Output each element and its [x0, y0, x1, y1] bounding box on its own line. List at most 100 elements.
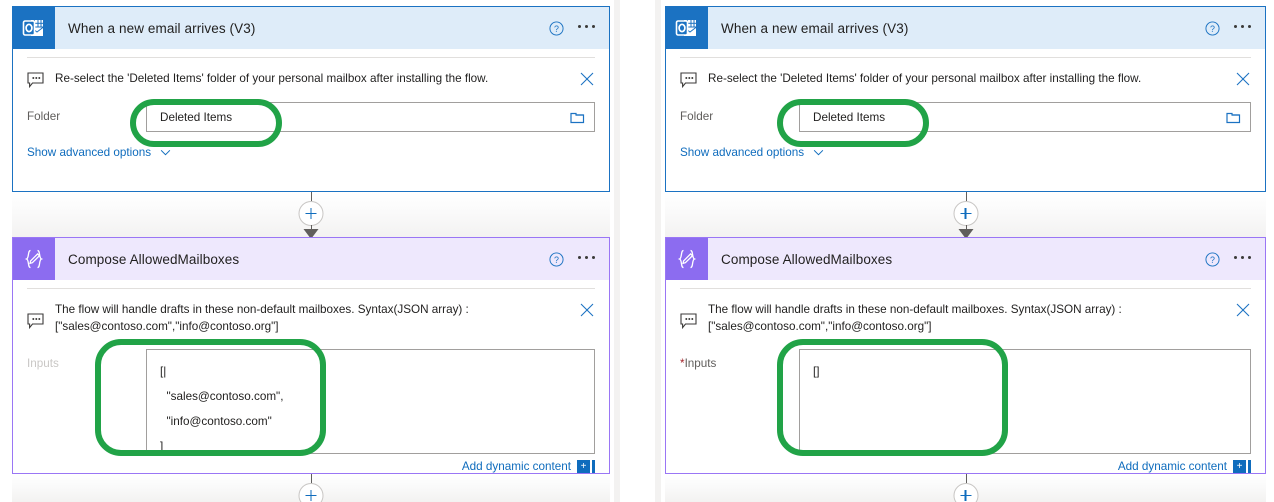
card-title: Compose AllowedMailboxes — [68, 251, 240, 267]
folder-control: Deleted Items — [146, 102, 595, 132]
svg-text:?: ? — [554, 254, 559, 264]
ellipsis-icon[interactable] — [578, 25, 595, 31]
param-row-folder: Folder Deleted Items — [13, 102, 609, 132]
folder-value: Deleted Items — [813, 110, 886, 124]
folder-input[interactable]: Deleted Items — [799, 102, 1251, 132]
insert-step-plus-icon[interactable] — [953, 483, 978, 502]
card-body: The flow will handle drafts in these non… — [666, 288, 1265, 473]
show-advanced-options-label: Show advanced options — [27, 146, 152, 159]
help-circle-icon[interactable]: ? — [549, 251, 564, 267]
card-header-actions: ? — [549, 251, 609, 267]
add-dynamic-content-icon[interactable]: + — [577, 460, 590, 473]
svg-text:?: ? — [1210, 254, 1215, 264]
inputs-textarea[interactable]: [| "sales@contoso.com", "info@contoso.co… — [146, 349, 595, 454]
card-title: When a new email arrives (V3) — [721, 20, 909, 36]
card-header: When a new email arrives (V3) ? — [666, 7, 1265, 49]
help-circle-icon[interactable]: ? — [549, 20, 564, 36]
screenshot-root: When a new email arrives (V3) ? Re-selec… — [0, 0, 1274, 502]
inputs-value: [] — [813, 365, 820, 378]
flow-designer-panel-left: When a new email arrives (V3) ? Re-selec… — [0, 0, 620, 502]
folder-control: Deleted Items — [799, 102, 1251, 132]
flow-designer-panel-right: When a new email arrives (V3) ? Re-selec… — [655, 0, 1274, 502]
svg-text:?: ? — [1210, 23, 1215, 33]
chevron-down-icon — [160, 149, 171, 156]
add-dynamic-content-row: Add dynamic content + — [666, 454, 1265, 473]
add-dynamic-content-link[interactable]: Add dynamic content — [1118, 460, 1227, 473]
ellipsis-icon[interactable] — [1234, 256, 1251, 262]
help-circle-icon[interactable]: ? — [1205, 251, 1220, 267]
inputs-label: *Inputs — [680, 349, 799, 370]
compose-braces-pencil-icon — [666, 238, 708, 280]
folder-label: Folder — [680, 110, 714, 123]
help-circle-icon[interactable]: ? — [1205, 20, 1220, 36]
note-text: The flow will handle drafts in these non… — [55, 303, 469, 333]
show-advanced-options-label: Show advanced options — [680, 146, 805, 159]
outlook-icon — [666, 7, 708, 49]
comment-icon — [27, 313, 46, 330]
comment-icon — [680, 72, 699, 89]
note-banner: The flow will handle drafts in these non… — [666, 289, 1265, 335]
add-dynamic-content-caret — [1248, 460, 1251, 473]
card-title: Compose AllowedMailboxes — [721, 251, 893, 267]
folder-value: Deleted Items — [160, 110, 233, 124]
inputs-value: [| "sales@contoso.com", "info@contoso.co… — [160, 365, 284, 453]
note-text: Re-select the 'Deleted Items' folder of … — [55, 72, 489, 85]
ellipsis-icon[interactable] — [1234, 25, 1251, 31]
chevron-down-icon — [813, 149, 824, 156]
param-row-folder: Folder Deleted Items — [666, 102, 1265, 132]
compose-braces-pencil-icon — [13, 238, 55, 280]
card-title: When a new email arrives (V3) — [68, 20, 256, 36]
card-body: The flow will handle drafts in these non… — [13, 288, 609, 473]
close-icon[interactable] — [579, 71, 595, 87]
show-advanced-options-toggle[interactable]: Show advanced options — [666, 132, 1265, 159]
flow-card-trigger[interactable]: When a new email arrives (V3) ? Re-selec… — [665, 6, 1266, 192]
folder-input[interactable]: Deleted Items — [146, 102, 595, 132]
insert-step-plus-icon[interactable] — [298, 483, 324, 502]
add-dynamic-content-link[interactable]: Add dynamic content — [462, 460, 571, 473]
add-dynamic-content-icon[interactable]: + — [1233, 460, 1246, 473]
note-banner: Re-select the 'Deleted Items' folder of … — [13, 58, 609, 89]
flow-card-action[interactable]: Compose AllowedMailboxes ? The flow will… — [665, 237, 1266, 474]
card-header: Compose AllowedMailboxes ? — [666, 238, 1265, 280]
inputs-label: Inputs — [27, 357, 59, 370]
insert-step-plus-icon[interactable] — [953, 201, 978, 226]
add-dynamic-content-row: Add dynamic content + — [13, 454, 609, 473]
connector-line-top — [965, 474, 967, 483]
connector-line-top — [311, 474, 312, 483]
folder-label: Folder — [27, 110, 61, 123]
param-row-inputs: *Inputs [] — [666, 349, 1265, 454]
card-header: Compose AllowedMailboxes ? — [13, 238, 609, 280]
param-row-inputs: Inputs [| "sales@contoso.com", "info@con… — [13, 349, 609, 454]
flow-connector — [665, 474, 1266, 502]
card-body: Re-select the 'Deleted Items' folder of … — [13, 57, 609, 159]
card-header-actions: ? — [1205, 20, 1265, 36]
svg-text:?: ? — [554, 23, 559, 33]
panel-scrollbar-left[interactable] — [614, 0, 620, 502]
show-advanced-options-toggle[interactable]: Show advanced options — [13, 132, 609, 159]
flow-connector — [12, 474, 610, 502]
note-banner: Re-select the 'Deleted Items' folder of … — [666, 58, 1265, 89]
flow-card-action[interactable]: Compose AllowedMailboxes ? The flow will… — [12, 237, 610, 474]
comment-icon — [27, 72, 46, 89]
flow-connector — [12, 192, 610, 239]
panel-scrollbar-right[interactable] — [655, 0, 661, 502]
close-icon[interactable] — [1235, 71, 1251, 87]
ellipsis-icon[interactable] — [578, 256, 595, 262]
folder-picker-icon[interactable] — [560, 103, 594, 131]
card-header: When a new email arrives (V3) ? — [13, 7, 609, 49]
flow-card-trigger[interactable]: When a new email arrives (V3) ? Re-selec… — [12, 6, 610, 192]
card-header-actions: ? — [1205, 251, 1265, 267]
inputs-textarea[interactable]: [] — [799, 349, 1251, 454]
close-icon[interactable] — [1235, 302, 1251, 318]
insert-step-plus-icon[interactable] — [298, 201, 324, 226]
flow-connector — [665, 192, 1266, 239]
inputs-control: [| "sales@contoso.com", "info@contoso.co… — [146, 349, 595, 454]
close-icon[interactable] — [579, 302, 595, 318]
connector-line-top — [965, 192, 967, 201]
note-banner: The flow will handle drafts in these non… — [13, 289, 609, 335]
inputs-label-text: Inputs — [684, 357, 717, 370]
card-body: Re-select the 'Deleted Items' folder of … — [666, 57, 1265, 159]
outlook-icon — [13, 7, 55, 49]
folder-picker-icon[interactable] — [1216, 103, 1250, 131]
inputs-control: [] — [799, 349, 1251, 454]
